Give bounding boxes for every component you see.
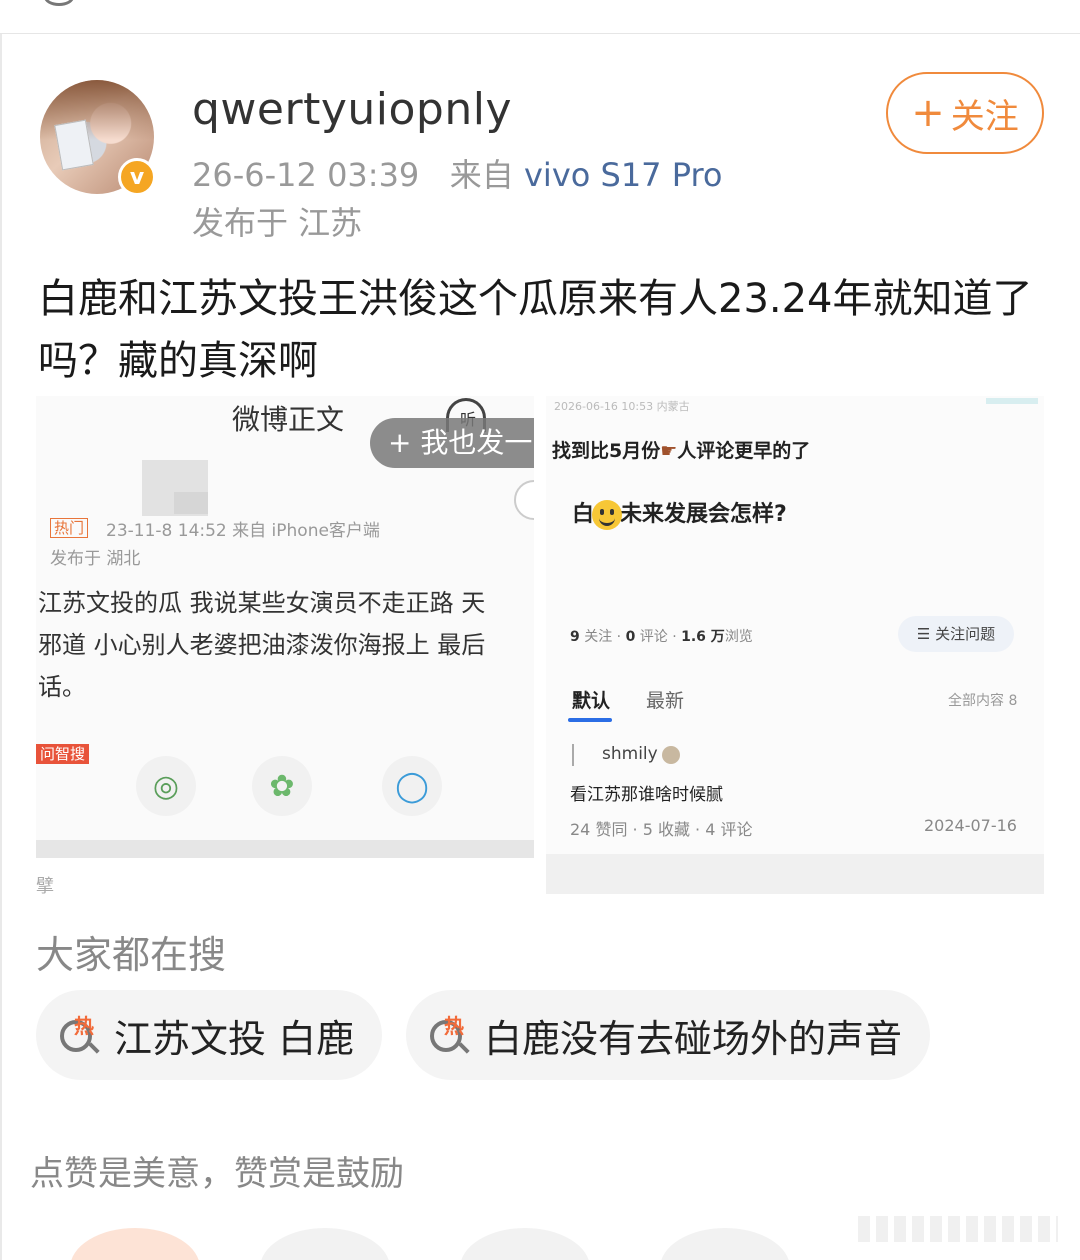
answer-text: 看江苏那谁啥时候腻	[570, 785, 723, 805]
user-icon	[572, 744, 588, 766]
image1-location: 发布于 湖北	[50, 549, 141, 569]
image2-question-a: 白	[572, 502, 595, 527]
image1-blurred-block	[174, 492, 208, 514]
follow-button[interactable]: + 关注	[886, 72, 1044, 154]
post-text: 白鹿和江苏文投王洪俊这个瓜原来有人23.24年就知道了吗？藏的真深啊	[38, 276, 1033, 384]
wechat-icon: ◎	[136, 756, 196, 816]
watermark	[858, 1216, 1058, 1242]
image1-body-line: 话。	[38, 673, 86, 701]
search-chip[interactable]: 热 江苏文投 白鹿	[36, 990, 383, 1080]
all-content: 全部内容 8	[948, 693, 1018, 709]
image1-post-pill: + 我也发一	[370, 418, 534, 468]
qq-icon: ◯	[382, 756, 442, 816]
stat-follow-num: 9	[570, 629, 580, 645]
search-chip[interactable]: 热 白鹿没有去碰场外的声音	[406, 990, 931, 1080]
post-image-1[interactable]: 微博正文 听 + 我也发一 热门 23-11-8 14:52 来自 iPhone…	[36, 396, 534, 858]
answer-user: shmily	[602, 744, 658, 764]
image1-bottom-bar	[36, 840, 534, 858]
tab-new: 最新	[646, 690, 685, 712]
stat-view-label: 浏览	[724, 629, 753, 645]
post-timestamp: 26-6-12 03:39	[192, 156, 420, 194]
stat-comment-label: 评论	[639, 629, 668, 645]
search-section-title: 大家都在搜	[36, 933, 227, 977]
moments-icon: ✿	[252, 756, 312, 816]
image1-body-line: 邪道 小心别人老婆把油漆泼你海报上 最后	[38, 631, 486, 659]
image2-line1: 找到比5月份☛人评论更早的了	[552, 436, 810, 463]
image1-circle-icon	[514, 480, 534, 520]
image1-title: 微博正文	[232, 403, 345, 436]
stat-comment-num: 0	[625, 629, 636, 645]
image1-body: 江苏文投的瓜 我说某些女演员不走正路 天 邪道 小心别人老婆把油漆泼你海报上 最…	[38, 582, 534, 708]
image2-top-bar	[986, 398, 1038, 404]
hot-mark: 热	[444, 1014, 464, 1038]
image2-question-b: 未来发展会怎样?	[620, 502, 787, 527]
follow-question-label: 关注问题	[935, 625, 996, 643]
image2-follow-question: ☰ 关注问题	[898, 616, 1014, 652]
post-meta: 26-6-12 03:39 来自 vivo S17 Pro	[192, 150, 722, 196]
image1-meta: 23-11-8 14:52 来自 iPhone客户端	[106, 521, 380, 541]
reward-avatar[interactable]	[660, 1228, 790, 1260]
image1-hot-tag: 热门	[50, 518, 89, 538]
answer-date: 2024-07-16	[924, 816, 1017, 835]
post-location: 发布于 江苏	[192, 204, 363, 242]
image2-line1-b: 人评论更早的了	[677, 440, 811, 462]
stat-view-num: 1.6 万	[681, 629, 725, 645]
back-icon[interactable]	[44, 0, 74, 6]
tab-underline	[568, 718, 612, 722]
answer-footer: 24 赞同 · 5 收藏 · 4 评论	[570, 820, 753, 839]
image1-body-line: 江苏文投的瓜 我说某些女演员不走正路 天	[38, 589, 486, 617]
smiley-icon	[592, 500, 623, 530]
reward-prompt: 点赞是美意，赞赏是鼓励	[30, 1154, 404, 1194]
search-chip-label: 白鹿没有去碰场外的声音	[484, 1016, 903, 1061]
hot-search-icon: 热	[58, 1012, 104, 1058]
verified-badge-icon: v	[118, 158, 156, 196]
hot-search-icon: 热	[428, 1012, 474, 1058]
image2-stats: 9 关注 · 0 评论 · 1.6 万浏览	[570, 629, 753, 645]
reward-avatar[interactable]	[260, 1228, 390, 1260]
divider	[0, 34, 2, 1260]
stat-follow-label: 关注	[584, 629, 613, 645]
search-chip-label: 江苏文投 白鹿	[114, 1016, 355, 1061]
user-badge-icon	[662, 746, 680, 764]
username[interactable]: qwertyuiopnly	[192, 84, 512, 135]
image1-below-char: 擘	[36, 876, 54, 897]
tab-default: 默认	[572, 690, 611, 712]
list-plus-icon: ☰	[916, 625, 931, 643]
reward-avatar[interactable]	[70, 1228, 200, 1260]
reward-avatar[interactable]	[460, 1228, 590, 1260]
follow-label: 关注	[950, 96, 1019, 137]
source-prefix: 来自	[449, 156, 514, 194]
image1-wenzhi-tag: 问智搜	[36, 744, 90, 764]
device-link[interactable]: vivo S17 Pro	[524, 156, 722, 194]
hand-emoji-icon: ☛	[660, 440, 678, 462]
image2-question: 白未来发展会怎样?	[572, 496, 787, 530]
hot-mark: 热	[74, 1014, 94, 1038]
post-image-2[interactable]: 2026-06-16 10:53 内蒙古 找到比5月份☛人评论更早的了 白未来发…	[546, 396, 1044, 894]
plus-icon: +	[911, 90, 945, 136]
image2-top-meta: 2026-06-16 10:53 内蒙古	[554, 400, 690, 413]
image2-line1-a: 找到比5月份	[552, 440, 661, 462]
top-bar	[0, 0, 1080, 34]
image2-bottom	[546, 854, 1044, 894]
